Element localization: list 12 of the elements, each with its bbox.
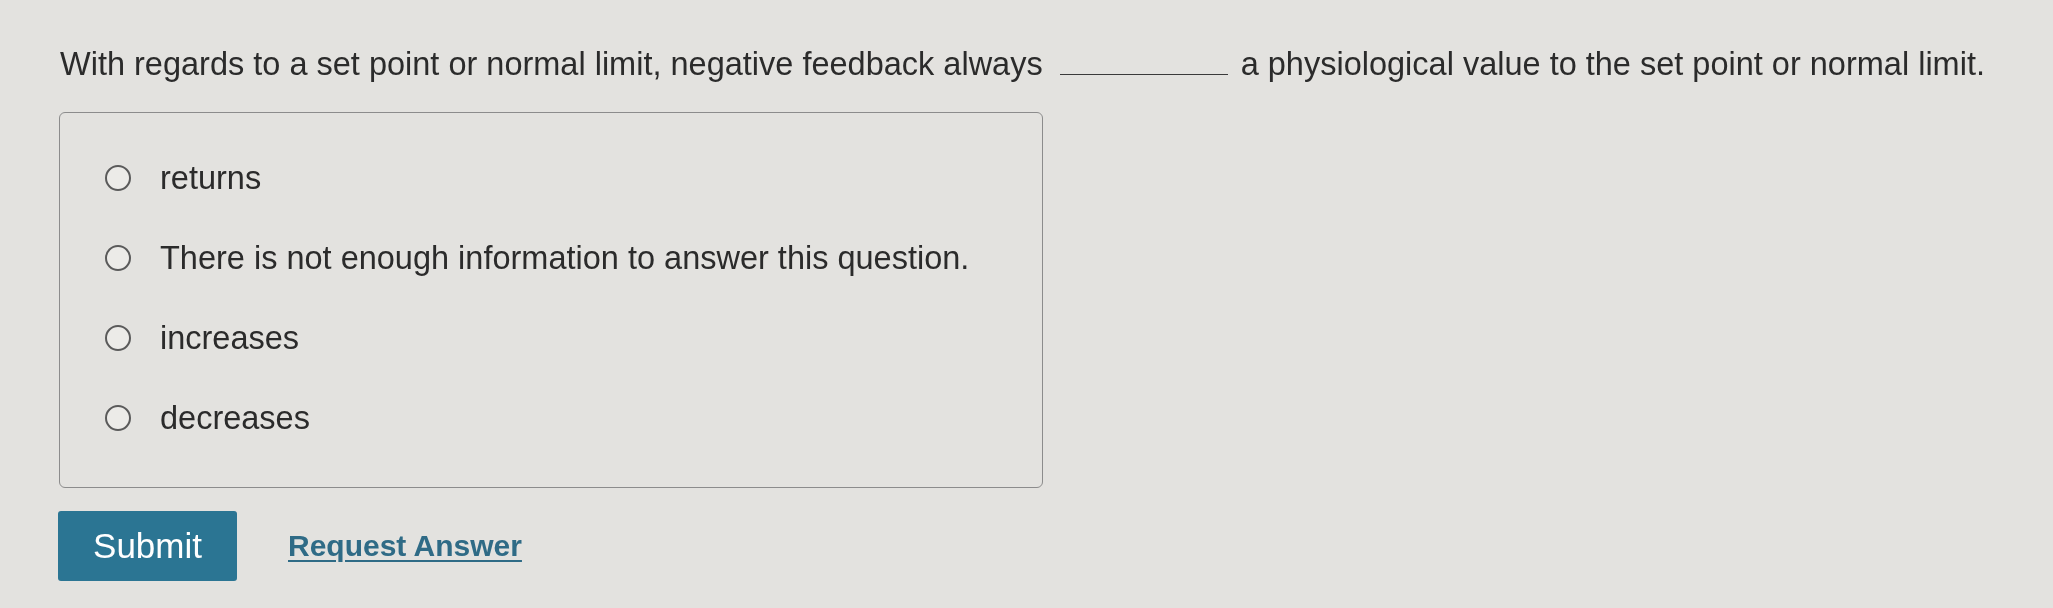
radio-button[interactable] — [105, 325, 131, 351]
radio-button[interactable] — [105, 405, 131, 431]
submit-button[interactable]: Submit — [58, 511, 237, 581]
question-text: a physiological value to the set point or normal limit. — [1240, 46, 1985, 83]
option-label[interactable]: decreases — [160, 399, 310, 437]
request-answer-link[interactable]: Request Answer — [288, 529, 522, 563]
option-label[interactable]: returns — [160, 159, 262, 197]
option-label[interactable]: increases — [160, 319, 300, 357]
radio-button[interactable] — [105, 245, 131, 271]
question-text: With regards to a set point or normal limit, negative feedback always — [60, 46, 1043, 83]
radio-button[interactable] — [105, 165, 131, 191]
option-label[interactable]: There is not enough information to answer this question. — [160, 239, 970, 277]
